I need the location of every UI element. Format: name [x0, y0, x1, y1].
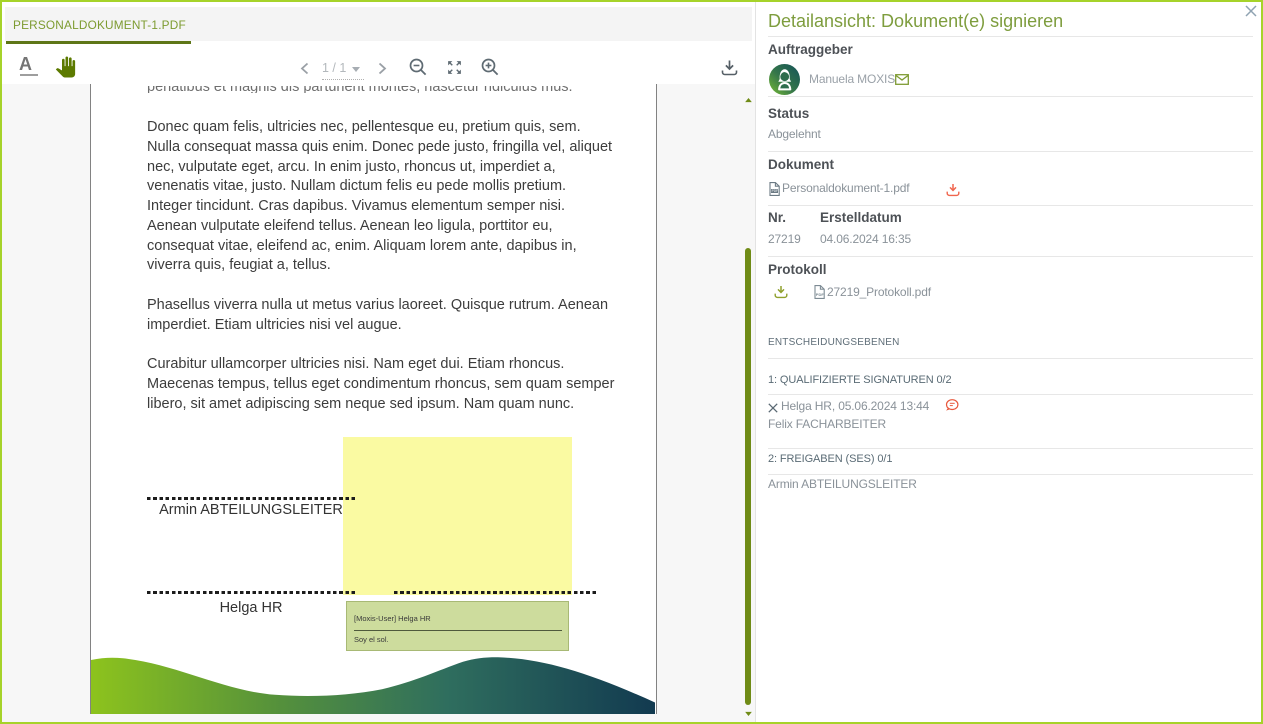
svg-text:PDF: PDF — [816, 292, 825, 297]
svg-text:PDF: PDF — [772, 189, 778, 193]
